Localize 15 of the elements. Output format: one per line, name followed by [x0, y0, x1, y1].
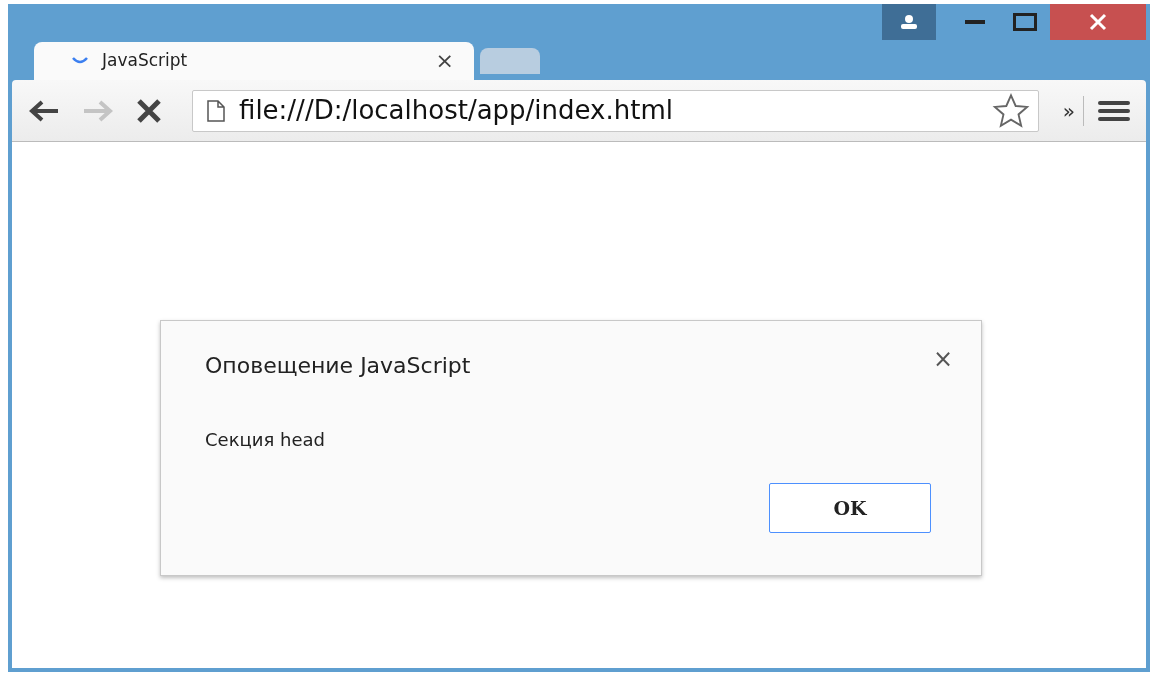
tab-title: JavaScript	[102, 49, 189, 73]
dialog-close-button[interactable]: ×	[932, 347, 953, 371]
browser-tab[interactable]: JavaScript ×	[34, 42, 474, 80]
tab-close-button[interactable]: ×	[431, 50, 458, 72]
extensions-overflow-button[interactable]: »	[1054, 95, 1084, 126]
address-bar[interactable]: file:///D:/localhost/app/index.html	[192, 89, 1039, 132]
star-icon[interactable]	[991, 92, 1030, 129]
page-icon	[207, 99, 225, 122]
loading-spinner-icon	[72, 57, 88, 65]
dialog-title: Оповещение JavaScript	[205, 352, 471, 380]
profile-icon[interactable]	[882, 4, 936, 40]
url-text: file:///D:/localhost/app/index.html	[239, 94, 674, 127]
dialog-message: Секция head	[205, 428, 326, 452]
ok-button[interactable]: OK	[769, 483, 931, 533]
close-icon[interactable]	[1050, 4, 1146, 40]
